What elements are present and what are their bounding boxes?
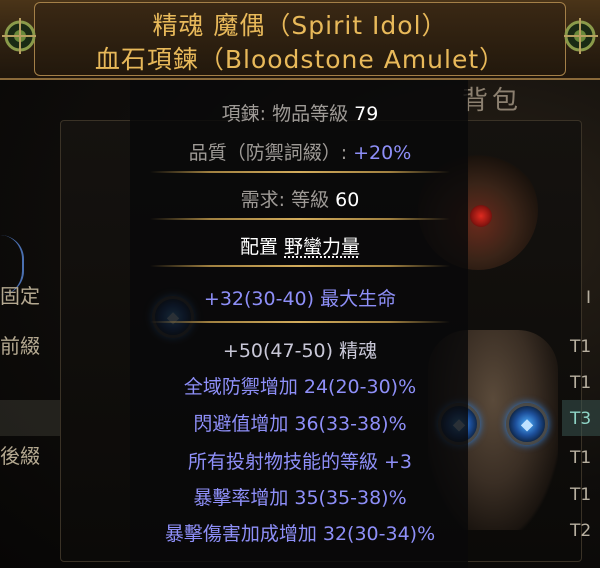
explicit-mod: 所有投射物技能的等級 +3 [187, 451, 413, 473]
item-class-line: 項鍊: 物品等級 79 [0, 99, 600, 126]
separator [150, 218, 450, 220]
item-level-value: 79 [354, 103, 379, 125]
separator [150, 171, 450, 173]
separator [150, 265, 450, 267]
separator [150, 321, 450, 323]
item-tooltip: 精魂 魔偶（Spirit Idol） 血石項鍊（Bloodstone Amule… [0, 0, 600, 568]
requirement-level-label: 等級 [291, 189, 330, 211]
quality-line: 品質（防禦詞綴）: +20% [0, 138, 600, 165]
allocation-label: 配置 [239, 236, 278, 258]
item-class-label: 項鍊: [221, 103, 267, 125]
explicit-mod: 暴擊率增加 35(35-38)% [193, 487, 407, 509]
item-name: 精魂 魔偶（Spirit Idol） [152, 11, 448, 40]
item-level-label: 物品等級 [272, 103, 349, 125]
allocation-line: 配置 野蠻力量 [0, 232, 600, 259]
requirement-level-value: 60 [335, 189, 360, 211]
explicit-mod: 閃避值增加 36(33-38)% [193, 413, 407, 435]
allocation-value[interactable]: 野蠻力量 [284, 236, 360, 258]
requirement-label: 需求: [240, 189, 286, 211]
explicit-mod: +50(47-50) 精魂 [222, 340, 378, 362]
explicit-mod: 暴擊傷害加成增加 32(30-34)% [164, 523, 436, 545]
tooltip-header: 精魂 魔偶（Spirit Idol） 血石項鍊（Bloodstone Amule… [0, 0, 600, 80]
explicit-mod: 全域防禦增加 24(20-30)% [183, 376, 417, 398]
quality-label: 品質（防禦詞綴）: [188, 142, 348, 164]
quality-value: +20% [353, 142, 412, 164]
requirement-line: 需求: 等級 60 [0, 185, 600, 212]
item-base-type: 血石項鍊（Bloodstone Amulet） [94, 45, 506, 74]
implicit-mod: +32(30-40) 最大生命 [203, 288, 397, 310]
